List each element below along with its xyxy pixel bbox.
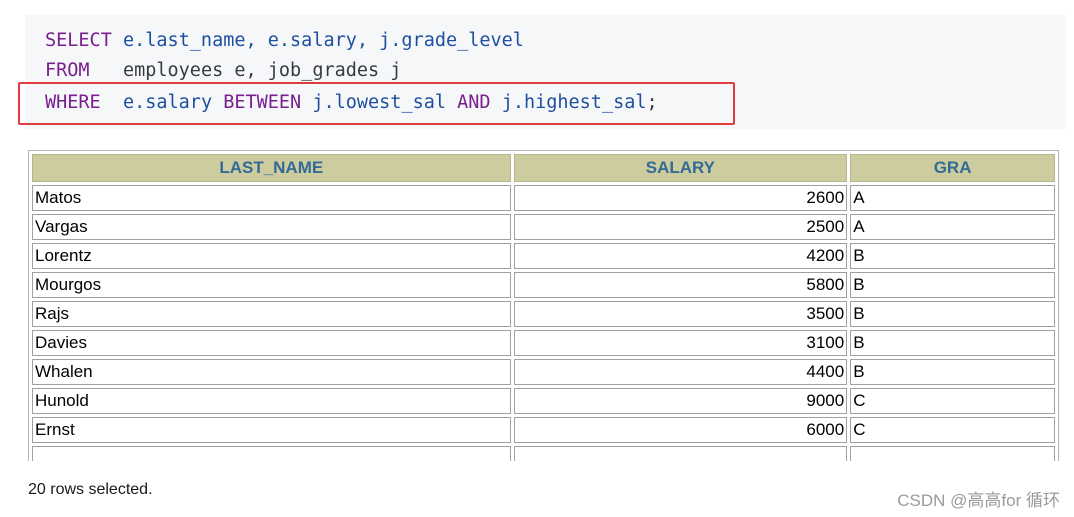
table-row: Mourgos 5800 B (32, 272, 1055, 298)
header-row: LAST_NAME SALARY GRA (32, 154, 1055, 182)
cell-grade: A (850, 185, 1055, 211)
cell-grade: C (850, 417, 1055, 443)
table-row: Matos 2600 A (32, 185, 1055, 211)
header-salary: SALARY (513, 154, 848, 182)
cell-empty (32, 446, 511, 461)
keyword-select: SELECT (45, 30, 112, 51)
rows-selected-text: 20 rows selected. (28, 481, 153, 498)
header-last-name: LAST_NAME (32, 154, 511, 182)
table-row: Rajs 3500 B (32, 301, 1055, 327)
where-clause-highlight (18, 82, 735, 125)
cell-last-name: Rajs (32, 301, 511, 327)
cell-last-name: Mourgos (32, 272, 511, 298)
cell-last-name: Lorentz (32, 243, 511, 269)
cell-salary: 9000 (513, 388, 848, 414)
cell-salary: 2600 (513, 185, 848, 211)
table-row: Hunold 9000 C (32, 388, 1055, 414)
keyword-from: FROM (45, 60, 90, 81)
table-row: Davies 3100 B (32, 330, 1055, 356)
cell-grade: C (850, 388, 1055, 414)
cell-last-name: Matos (32, 185, 511, 211)
cell-grade: A (850, 214, 1055, 240)
cell-salary: 4400 (513, 359, 848, 385)
cell-grade: B (850, 243, 1055, 269)
cell-salary: 5800 (513, 272, 848, 298)
table-row: Whalen 4400 B (32, 359, 1055, 385)
cell-salary: 3500 (513, 301, 848, 327)
cell-last-name: Vargas (32, 214, 511, 240)
watermark: CSDN @高高for 循环 (897, 491, 1060, 510)
table-row: Vargas 2500 A (32, 214, 1055, 240)
select-columns: e.last_name, e.salary, j.grade_level (111, 30, 524, 51)
result-table: LAST_NAME SALARY GRA Matos 2600 A Vargas… (28, 150, 1059, 461)
result-table-container[interactable]: LAST_NAME SALARY GRA Matos 2600 A Vargas… (28, 150, 1059, 461)
cell-grade: B (850, 301, 1055, 327)
table-row: Ernst 6000 C (32, 417, 1055, 443)
cell-salary: 3100 (513, 330, 848, 356)
cell-last-name: Hunold (32, 388, 511, 414)
cell-grade: B (850, 359, 1055, 385)
code-line-select: SELECT e.last_name, e.salary, j.grade_le… (45, 27, 524, 55)
header-grade: GRA (850, 154, 1055, 182)
cell-last-name: Ernst (32, 417, 511, 443)
cell-salary: 4200 (513, 243, 848, 269)
cell-salary: 2500 (513, 214, 848, 240)
cell-empty (850, 446, 1055, 461)
table-row: Lorentz 4200 B (32, 243, 1055, 269)
cell-last-name: Davies (32, 330, 511, 356)
cell-grade: B (850, 330, 1055, 356)
code-line-from: FROM employees e, job_grades j (45, 57, 401, 85)
cell-grade: B (850, 272, 1055, 298)
cell-salary: 6000 (513, 417, 848, 443)
from-tables: employees e, job_grades j (89, 60, 402, 81)
cell-empty (513, 446, 848, 461)
table-row-partial (32, 446, 1055, 461)
cell-last-name: Whalen (32, 359, 511, 385)
